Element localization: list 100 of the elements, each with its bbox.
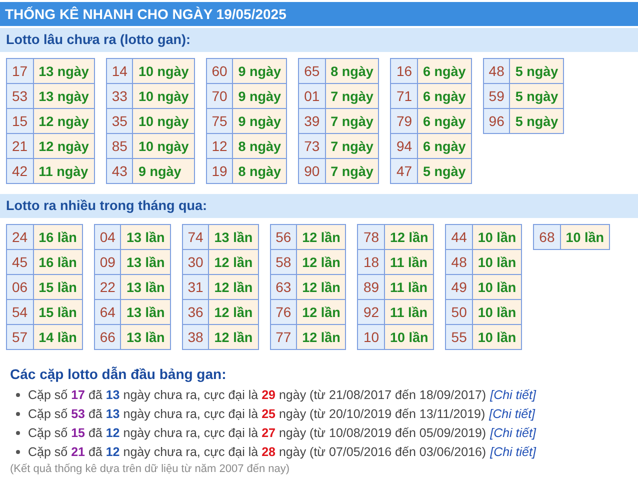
number-cell: 19 bbox=[206, 158, 233, 184]
number-cell: 92 bbox=[358, 300, 385, 324]
count-cell: 12 lần bbox=[208, 300, 258, 324]
number-cell: 66 bbox=[94, 324, 121, 350]
count-cell: 13 lần bbox=[120, 324, 170, 350]
summary-sentence: Cặp số 53 đã 13 ngày chưa ra, cực đại là 25 ngày (từ 20/10/2019 đến 13/11/2019) bbox=[28, 406, 486, 420]
number-cell: 22 bbox=[94, 274, 121, 300]
count-cell: 5 ngày bbox=[418, 158, 472, 184]
count-cell: 13 lần bbox=[120, 224, 170, 250]
count-cell: 12 lần bbox=[296, 300, 346, 324]
number-cell: 14 bbox=[106, 58, 133, 84]
count-cell: 10 lần bbox=[384, 324, 434, 350]
section-heading: Lotto ra nhiều trong tháng qua: bbox=[0, 194, 638, 218]
count-cell: 15 lần bbox=[33, 274, 82, 300]
count-cell: 12 lần bbox=[384, 224, 434, 250]
count-cell: 11 lần bbox=[384, 300, 434, 324]
bullet-icon bbox=[16, 412, 20, 416]
number-cell: 38 bbox=[182, 324, 209, 350]
count-cell: 10 lần bbox=[472, 300, 522, 324]
page-header: THỐNG KÊ NHANH CHO NGÀY 19/05/2025 bbox=[0, 2, 638, 26]
number-cell: 09 bbox=[94, 250, 121, 274]
count-cell: 12 lần bbox=[208, 324, 258, 350]
number-cell: 15 bbox=[6, 108, 34, 134]
bullet-icon bbox=[16, 450, 20, 454]
count-cell: 13 ngày bbox=[33, 84, 94, 108]
number-cell: 77 bbox=[270, 324, 297, 350]
count-cell: 5 ngày bbox=[510, 58, 564, 84]
count-cell: 6 ngày bbox=[418, 58, 472, 84]
number-cell: 35 bbox=[106, 108, 133, 134]
number-cell: 18 bbox=[358, 250, 385, 274]
summary-heading: Các cặp lotto dẫn đầu bảng gan: bbox=[10, 366, 228, 382]
number-cell: 24 bbox=[6, 224, 34, 250]
number-cell: 06 bbox=[6, 274, 34, 300]
number-cell: 60 bbox=[206, 58, 233, 84]
count-cell: 7 ngày bbox=[325, 84, 379, 108]
count-cell: 11 lần bbox=[384, 250, 434, 274]
count-cell: 7 ngày bbox=[325, 158, 379, 184]
number-cell: 94 bbox=[390, 134, 418, 158]
number-cell: 73 bbox=[298, 134, 326, 158]
number-cell: 44 bbox=[446, 224, 472, 250]
number-cell: 56 bbox=[270, 224, 297, 250]
number-cell: 36 bbox=[182, 300, 209, 324]
count-cell: 15 lần bbox=[33, 300, 82, 324]
number-cell: 39 bbox=[298, 108, 326, 134]
count-cell: 16 lần bbox=[33, 250, 82, 274]
count-cell: 13 lần bbox=[120, 250, 170, 274]
footnote: (Kết quả thống kê dựa trên dữ liệu từ năm 2007 đến nay) bbox=[10, 463, 291, 475]
count-cell: 10 ngày bbox=[132, 58, 194, 84]
number-cell: 47 bbox=[390, 158, 418, 184]
number-cell: 16 bbox=[390, 58, 418, 84]
section-heading: Lotto lâu chưa ra (lotto gan): bbox=[0, 28, 638, 52]
number-cell: 01 bbox=[298, 84, 326, 108]
summary-sentence: Cặp số 21 đã 12 ngày chưa ra, cực đại là 28 ngày (từ 07/05/2016 đến 03/06/2016) bbox=[28, 444, 486, 458]
count-cell: 9 ngày bbox=[232, 84, 287, 108]
count-cell: 13 lần bbox=[120, 300, 170, 324]
count-cell: 11 ngày bbox=[33, 158, 94, 184]
number-cell: 74 bbox=[182, 224, 209, 250]
count-cell: 6 ngày bbox=[418, 108, 472, 134]
number-cell: 90 bbox=[298, 158, 326, 184]
number-cell: 45 bbox=[6, 250, 34, 274]
number-cell: 70 bbox=[206, 84, 233, 108]
count-cell: 12 lần bbox=[208, 274, 258, 300]
number-cell: 31 bbox=[182, 274, 209, 300]
count-cell: 12 ngày bbox=[33, 108, 94, 134]
count-cell: 16 lần bbox=[33, 224, 82, 250]
number-cell: 48 bbox=[483, 58, 510, 84]
count-cell: 8 ngày bbox=[232, 134, 287, 158]
number-cell: 30 bbox=[182, 250, 209, 274]
number-cell: 42 bbox=[6, 158, 34, 184]
count-cell: 12 lần bbox=[296, 250, 346, 274]
details-link[interactable]: [Chi tiết] bbox=[490, 444, 536, 458]
count-cell: 5 ngày bbox=[510, 84, 564, 108]
details-link[interactable]: [Chi tiết] bbox=[490, 388, 536, 402]
number-cell: 57 bbox=[6, 324, 34, 350]
count-cell: 12 lần bbox=[296, 324, 346, 350]
bullet-icon bbox=[16, 392, 20, 396]
details-link[interactable]: [Chi tiết] bbox=[489, 406, 536, 420]
count-cell: 13 ngày bbox=[33, 58, 94, 84]
number-cell: 78 bbox=[358, 224, 385, 250]
number-cell: 33 bbox=[106, 84, 133, 108]
count-cell: 10 ngày bbox=[132, 134, 194, 158]
number-cell: 63 bbox=[270, 274, 297, 300]
details-link[interactable]: [Chi tiết] bbox=[490, 426, 536, 440]
count-cell: 6 ngày bbox=[418, 134, 472, 158]
count-cell: 10 ngày bbox=[132, 108, 194, 134]
bullet-icon bbox=[16, 430, 20, 434]
count-cell: 9 ngày bbox=[232, 58, 287, 84]
summary-sentence: Cặp số 15 đã 12 ngày chưa ra, cực đại là 27 ngày (từ 10/08/2019 đến 05/09/2019) bbox=[28, 426, 486, 440]
count-cell: 8 ngày bbox=[325, 58, 379, 84]
number-cell: 96 bbox=[483, 108, 510, 134]
count-cell: 12 lần bbox=[208, 250, 258, 274]
count-cell: 8 ngày bbox=[232, 158, 287, 184]
number-cell: 54 bbox=[6, 300, 34, 324]
number-cell: 55 bbox=[446, 324, 472, 350]
count-cell: 9 ngày bbox=[232, 108, 287, 134]
count-cell: 10 lần bbox=[472, 224, 522, 250]
count-cell: 9 ngày bbox=[132, 158, 194, 184]
number-cell: 76 bbox=[270, 300, 297, 324]
count-cell: 12 lần bbox=[296, 274, 346, 300]
count-cell: 10 lần bbox=[472, 324, 522, 350]
